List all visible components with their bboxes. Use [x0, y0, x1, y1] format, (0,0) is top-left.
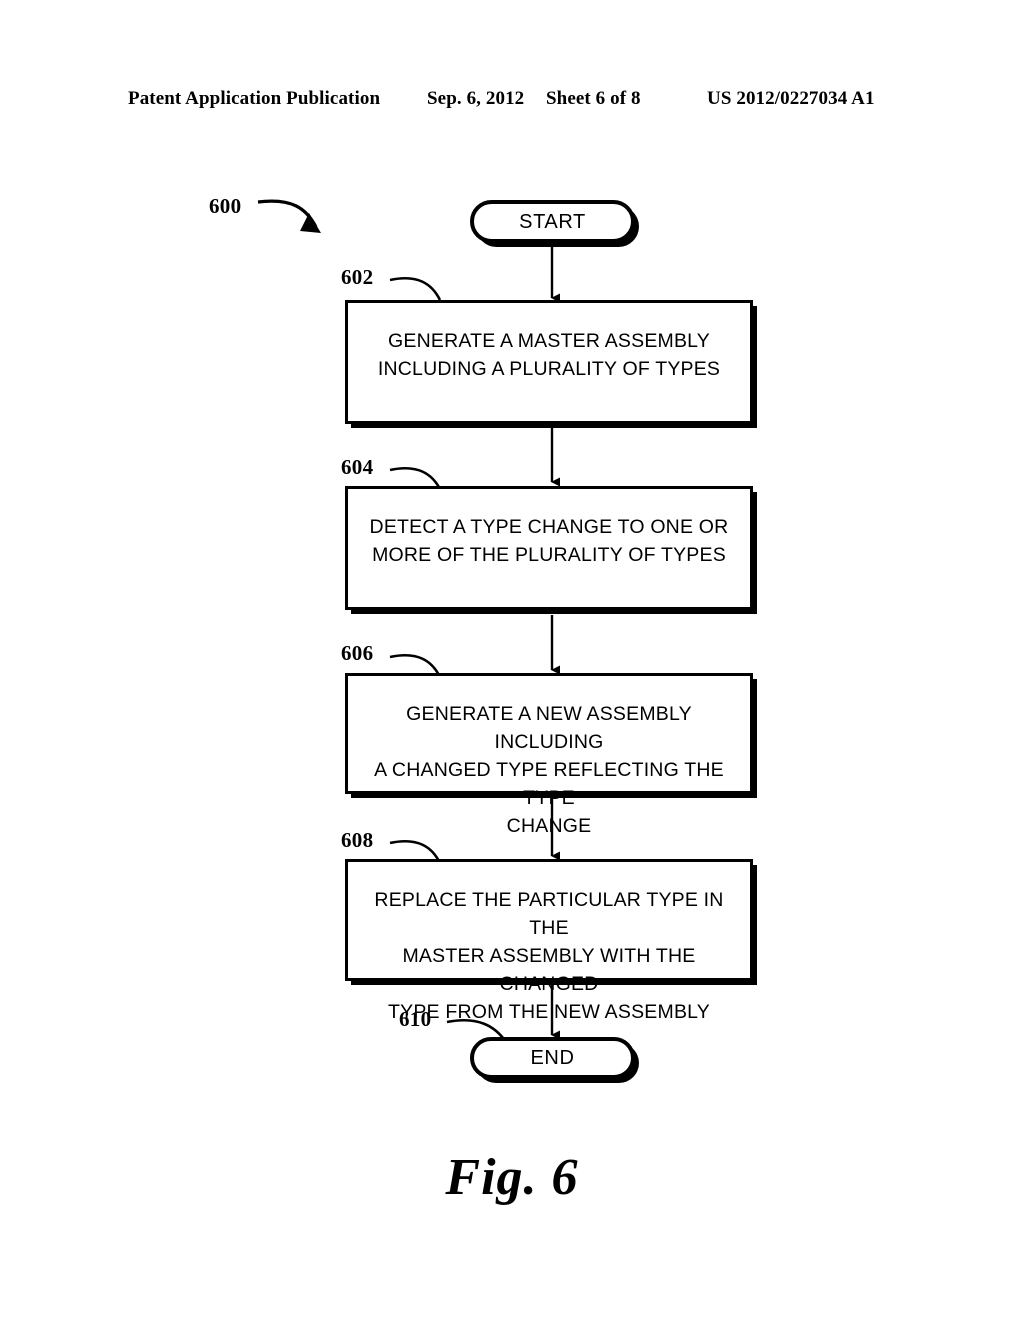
reference-numeral-608: 608 [341, 828, 374, 852]
node-step-608: REPLACE THE PARTICULAR TYPE IN THE MASTE… [345, 859, 753, 1023]
flowchart-figure: 600 START 602 GENERATE A MASTER ASSEMBLY… [0, 0, 1024, 1320]
node-step-608-label: REPLACE THE PARTICULAR TYPE IN THE MASTE… [374, 889, 724, 1023]
reference-numeral-604: 604 [341, 455, 374, 479]
node-step-604: DETECT A TYPE CHANGE TO ONE OR MORE OF T… [345, 486, 753, 610]
node-start: START [470, 200, 635, 243]
node-step-604-label: DETECT A TYPE CHANGE TO ONE OR MORE OF T… [369, 516, 729, 566]
node-step-606-label: GENERATE A NEW ASSEMBLY INCLUDING A CHAN… [374, 703, 724, 837]
reference-numeral-606: 606 [341, 641, 374, 665]
node-step-602-label: GENERATE A MASTER ASSEMBLY INCLUDING A P… [377, 330, 721, 380]
reference-numeral-610: 610 [399, 1007, 432, 1031]
reference-numeral-602: 602 [341, 265, 374, 289]
node-start-label: START [519, 210, 586, 233]
flow-reference-600: 600 [209, 194, 242, 218]
node-end: END [470, 1037, 635, 1079]
flowchart-connectors [257, 199, 560, 1043]
node-step-606: GENERATE A NEW ASSEMBLY INCLUDING A CHAN… [345, 673, 753, 837]
node-step-602: GENERATE A MASTER ASSEMBLY INCLUDING A P… [345, 300, 753, 424]
figure-caption: Fig. 6 [445, 1149, 579, 1206]
node-end-label: END [530, 1047, 575, 1069]
